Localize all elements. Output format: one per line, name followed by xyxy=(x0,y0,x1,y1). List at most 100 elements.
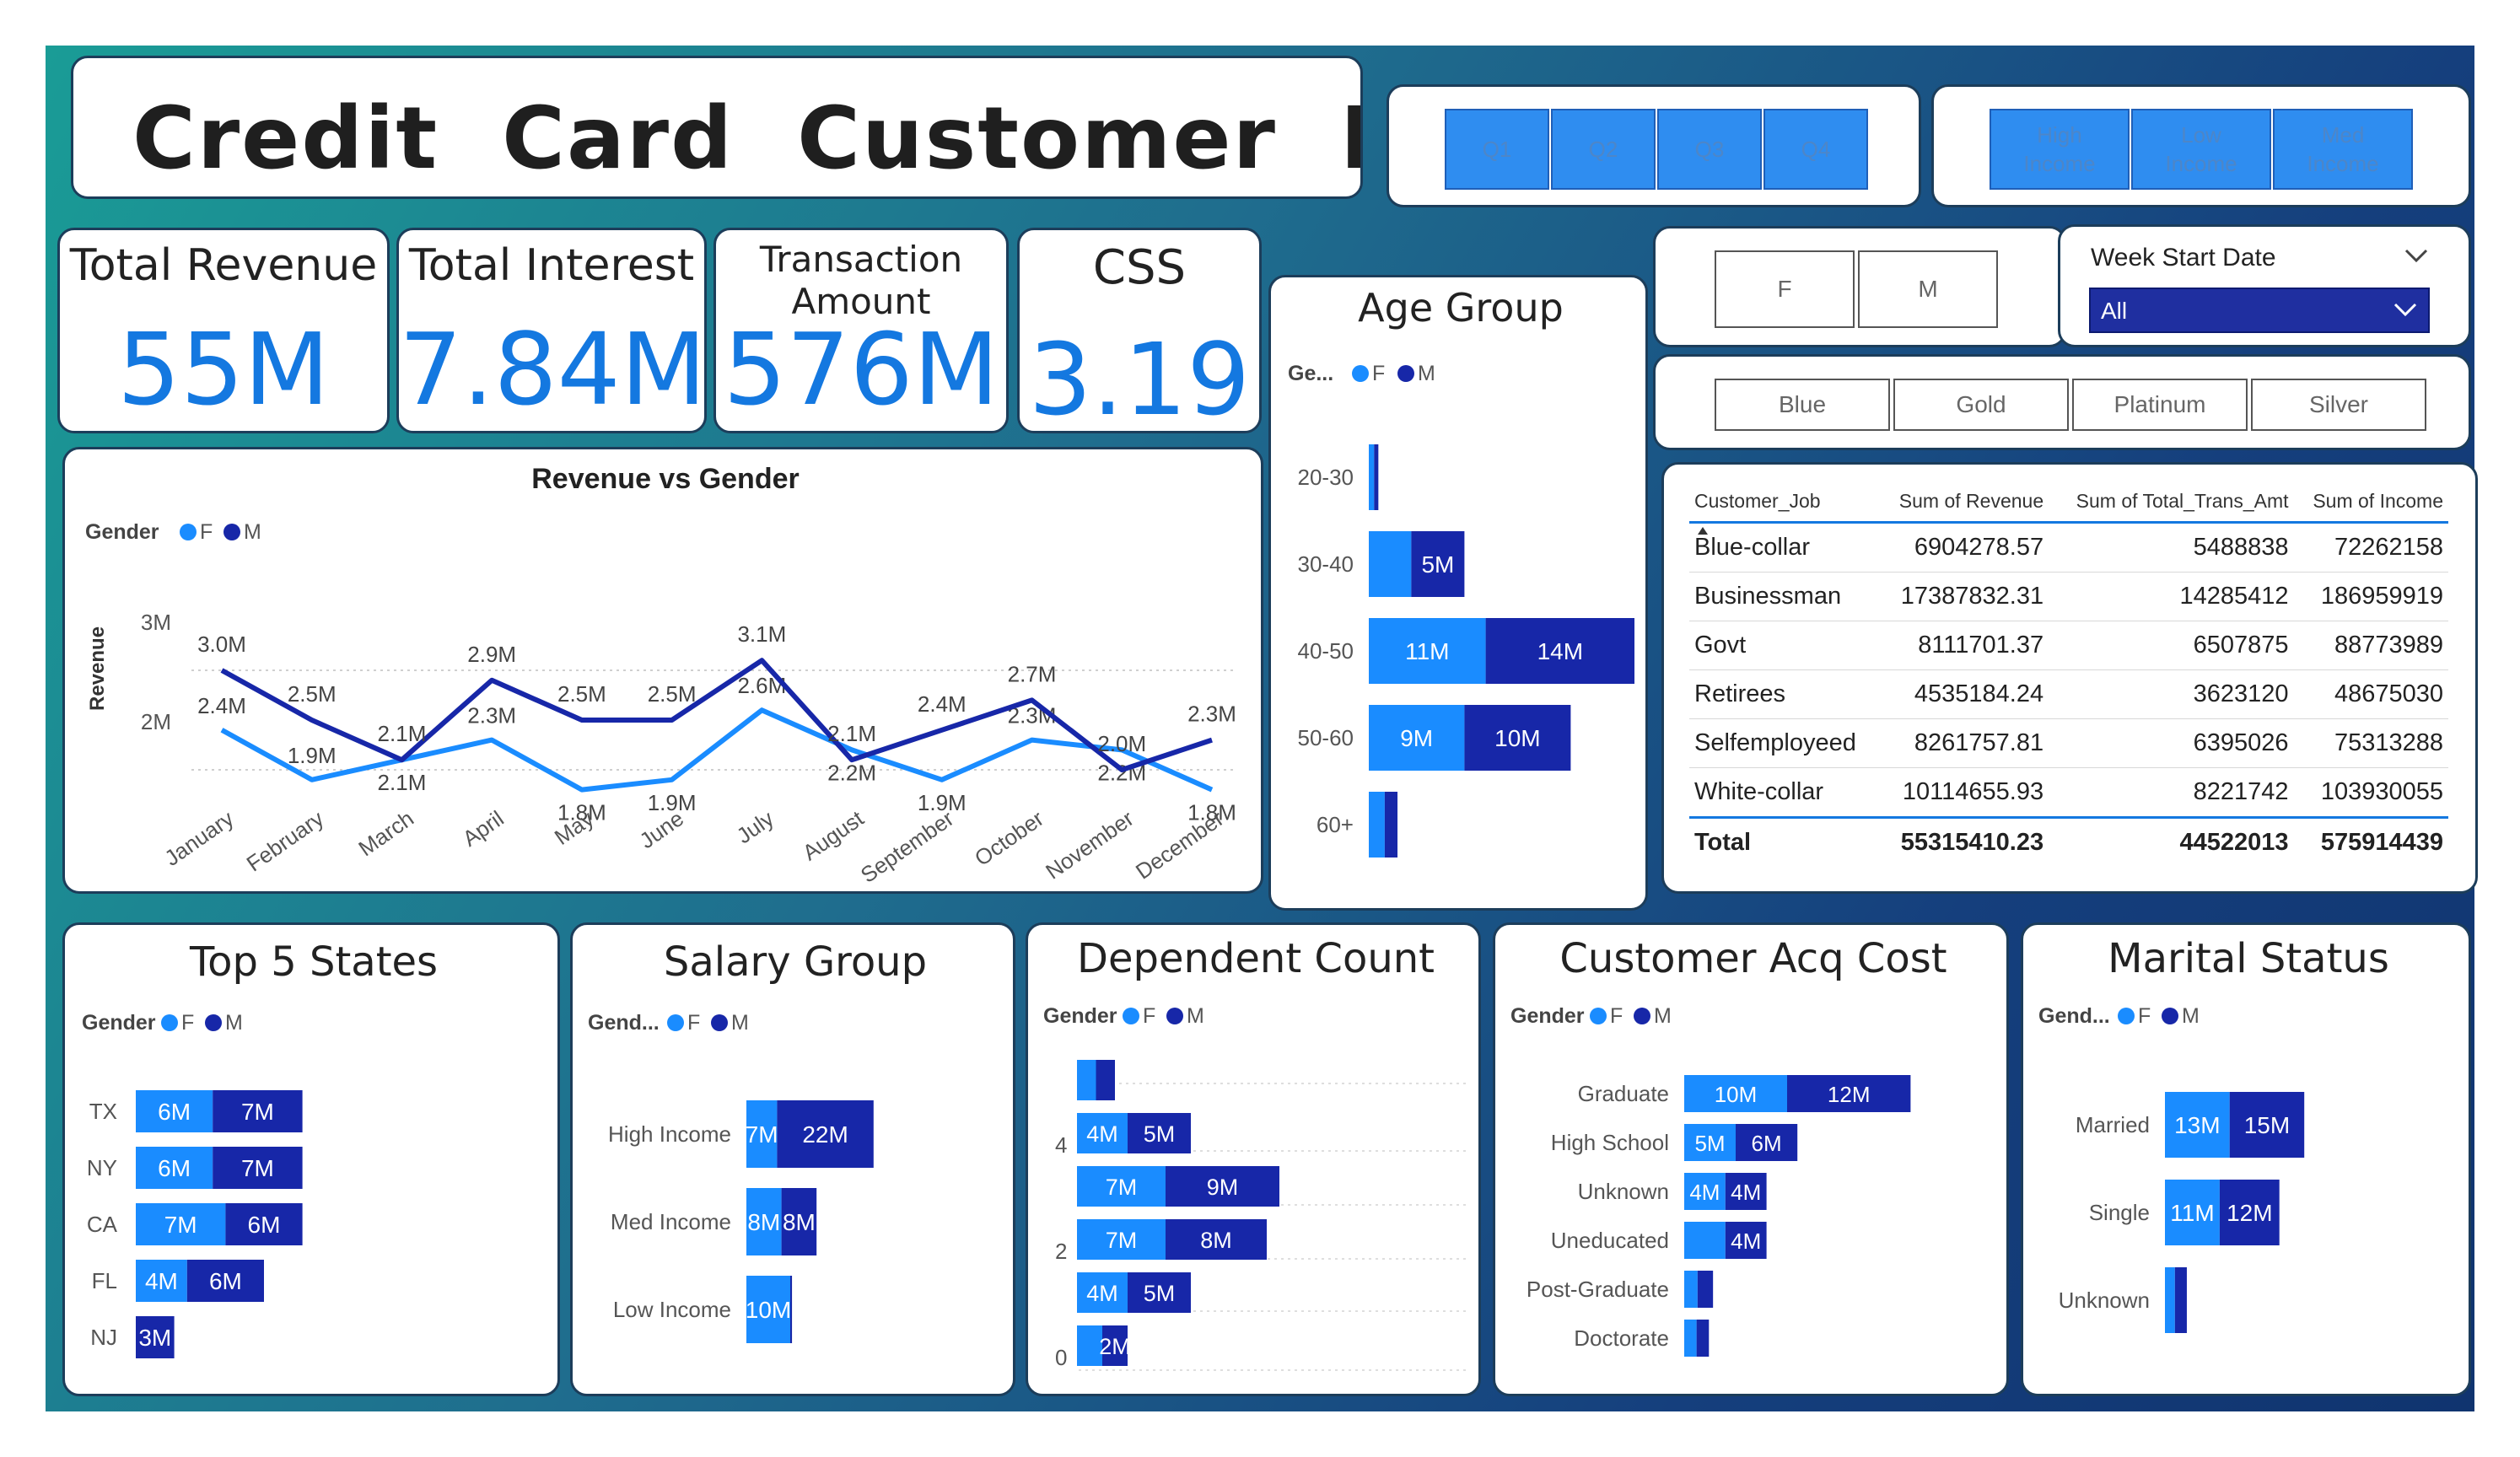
table-cell: 8111701.37 xyxy=(1878,621,2049,670)
table-row[interactable]: White-collar 10114655.93 8221742 103930055 xyxy=(1689,767,2448,818)
marital-status-card[interactable]: Marital Status Gend... F M Married 13M 15M Sing… xyxy=(2021,922,2471,1396)
x-tick-label: January xyxy=(159,805,238,871)
legend-f-label: F xyxy=(1372,362,1385,385)
table-cell: 75313288 xyxy=(2293,718,2448,768)
chart-title: Dependent Count xyxy=(1077,935,1435,982)
data-label: 11M xyxy=(1405,638,1449,664)
data-label: 2.1M xyxy=(378,770,427,795)
data-label: 5M xyxy=(1144,1281,1176,1306)
income-high-button[interactable]: High Income xyxy=(1990,109,2130,190)
legend-m-dot xyxy=(205,1014,222,1031)
card-gold-button[interactable]: Gold xyxy=(1893,379,2069,431)
table-row[interactable]: Selfemployeed 8261757.81 6395026 75313288 xyxy=(1689,718,2448,768)
data-label: 13M xyxy=(2174,1112,2220,1138)
week-start-date-slicer: Week Start Date All xyxy=(2058,224,2471,347)
table-cell: 88773989 xyxy=(2293,621,2448,670)
x-tick-label: February xyxy=(242,805,328,876)
column-header[interactable]: Sum of Income xyxy=(2293,483,2448,524)
card-blue-button[interactable]: Blue xyxy=(1715,379,1890,431)
income-low-button[interactable]: Low Income xyxy=(2131,109,2271,190)
y-tick-2m: 2M xyxy=(141,709,171,734)
y-tick-label: 0 xyxy=(1055,1345,1067,1370)
sort-ascending-icon[interactable] xyxy=(1698,527,1708,535)
table-row[interactable]: Retirees 4535184.24 3623120 48675030 xyxy=(1689,669,2448,719)
quarter-q3-button[interactable]: Q3 xyxy=(1657,109,1762,190)
chevron-down-icon xyxy=(2391,298,2420,323)
data-label: 7M xyxy=(1106,1175,1138,1200)
quarter-q4-button[interactable]: Q4 xyxy=(1763,109,1868,190)
data-label: 11M xyxy=(2170,1200,2214,1226)
income-med-button[interactable]: Med Income xyxy=(2273,109,2413,190)
legend-f-dot xyxy=(1590,1008,1607,1024)
table-row[interactable]: Govt 8111701.37 6507875 88773989 xyxy=(1689,621,2448,670)
bar-f xyxy=(1369,531,1412,597)
age-group-card[interactable]: Age Group Ge... F M 20-30 30-40 5M 40-50 11M… xyxy=(1268,275,1648,911)
legend-m-label: M xyxy=(1187,1004,1204,1028)
column-header[interactable]: Sum of Revenue xyxy=(1878,483,2049,524)
data-label: 4M xyxy=(1086,1121,1118,1147)
week-start-date-dropdown[interactable]: All xyxy=(2089,288,2430,333)
table-row[interactable]: Businessman 17387832.31 14285412 186959919 xyxy=(1689,572,2448,621)
table-cell: Govt xyxy=(1689,621,1879,670)
legend-m-dot xyxy=(223,524,240,540)
legend-f-label: F xyxy=(1610,1004,1623,1028)
table-cell: 6395026 xyxy=(2049,718,2294,768)
category-label: Graduate xyxy=(1578,1081,1669,1106)
x-tick-label: December xyxy=(1131,805,1229,884)
chart-title: Revenue vs Gender xyxy=(531,463,799,495)
category-label: Unknown xyxy=(1578,1179,1669,1204)
x-tick-label: July xyxy=(732,805,778,848)
data-label: 5M xyxy=(1144,1121,1176,1147)
category-label: Single xyxy=(2089,1200,2150,1225)
gender-m-button[interactable]: M xyxy=(1858,250,1998,328)
data-label: 3M xyxy=(138,1325,171,1351)
income-slicer: High Income Low Income Med Income xyxy=(1931,84,2471,207)
table-row[interactable]: Blue-collar 6904278.57 5488838 72262158 xyxy=(1689,522,2448,573)
column-header[interactable]: Customer_Job xyxy=(1689,483,1879,535)
data-label: 2.2M xyxy=(827,760,876,785)
data-label: 4M xyxy=(1689,1180,1720,1205)
legend-m-dot xyxy=(1634,1008,1650,1024)
quarter-q1-button[interactable]: Q1 xyxy=(1445,109,1549,190)
top-states-bar-chart: Top 5 States Gender F M TX 6M 7M NY 6M 7M CA 7M 6M FL… xyxy=(82,938,438,1358)
dropdown-selected-value: All xyxy=(2101,298,2128,324)
bar-f xyxy=(1369,444,1375,510)
data-label: 6M xyxy=(158,1155,191,1181)
category-label: Low Income xyxy=(613,1297,731,1322)
data-label: 2.5M xyxy=(648,681,697,707)
table-cell: 17387832.31 xyxy=(1878,572,2049,621)
customer-job-table: Customer_Job Sum of Revenue Sum of Total… xyxy=(1689,483,2448,867)
column-header[interactable]: Sum of Total_Trans_Amt xyxy=(2049,483,2294,524)
card-silver-button[interactable]: Silver xyxy=(2251,379,2426,431)
data-label: 4M xyxy=(145,1268,178,1294)
series-line-m xyxy=(220,658,1213,772)
kpi-value: 3.19 xyxy=(1028,321,1251,433)
legend-f-dot xyxy=(1123,1008,1139,1024)
dependent-count-bar-chart: Dependent Count Gender F M 4 2 0 4M 5M 7M 9M 7M 8M 4M… xyxy=(1043,935,1467,1371)
data-label: 4M xyxy=(1731,1180,1761,1205)
quarter-q2-button[interactable]: Q2 xyxy=(1551,109,1656,190)
dependent-count-card[interactable]: Dependent Count Gender F M 4 2 0 4M 5M 7M 9M 7M 8M 4M… xyxy=(1026,922,1481,1396)
data-label: 14M xyxy=(1537,638,1583,664)
legend-f-label: F xyxy=(1143,1004,1155,1028)
chevron-down-icon[interactable] xyxy=(2399,242,2433,267)
category-label: Married xyxy=(2076,1112,2150,1137)
x-tick-label: September xyxy=(856,805,959,888)
legend-f-dot xyxy=(2118,1008,2135,1024)
customer-acq-cost-bar-chart: Customer Acq Cost Gender F M Graduate 10M 12M H… xyxy=(1510,935,1947,1357)
kpi-value: 576M xyxy=(723,311,999,427)
y-axis-label: Revenue xyxy=(86,626,109,711)
legend-f-label: F xyxy=(2138,1004,2151,1028)
card-platinum-button[interactable]: Platinum xyxy=(2072,379,2248,431)
x-tick-label: March xyxy=(354,805,418,861)
gender-f-button[interactable]: F xyxy=(1715,250,1855,328)
data-label: 8M xyxy=(783,1209,816,1235)
data-label: 7M xyxy=(241,1099,274,1125)
salary-group-card[interactable]: Salary Group Gend... F M High Income 7M 22M Med… xyxy=(570,922,1015,1396)
customer-acq-cost-card[interactable]: Customer Acq Cost Gender F M Graduate 10M 12M H… xyxy=(1493,922,2009,1396)
y-tick-label: 4 xyxy=(1055,1132,1067,1158)
table-cell: 6904278.57 xyxy=(1878,522,2049,573)
revenue-vs-gender-card[interactable]: Revenue vs Gender Gender F M Revenue 3M … xyxy=(62,447,1263,894)
customer-job-table-card[interactable]: Customer_Job Sum of Revenue Sum of Total… xyxy=(1661,462,2478,894)
top-5-states-card[interactable]: Top 5 States Gender F M TX 6M 7M NY 6M 7M CA 7M 6M FL… xyxy=(62,922,560,1396)
